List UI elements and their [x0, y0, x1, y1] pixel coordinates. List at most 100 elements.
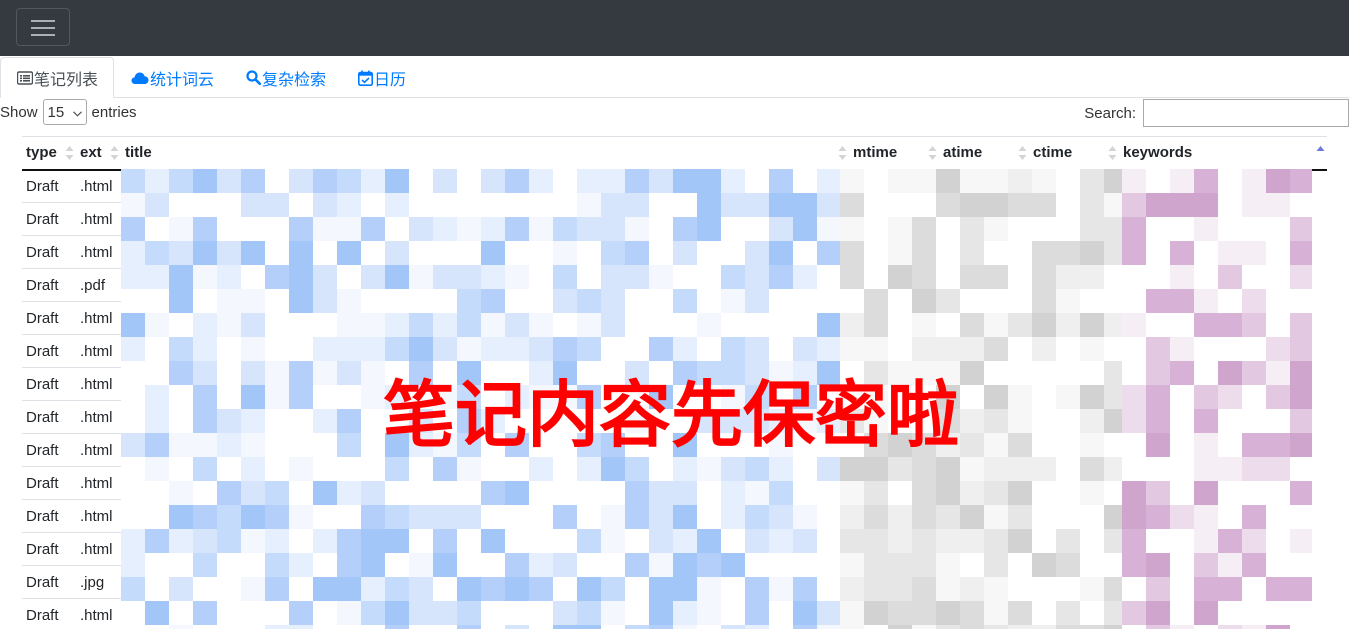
mosaic-tile: [1056, 217, 1080, 241]
mosaic-tile: [1290, 433, 1312, 457]
mosaic-tile: [193, 529, 217, 553]
mosaic-tile: [193, 601, 217, 625]
column-header-ext[interactable]: ext: [76, 136, 121, 171]
mosaic-tile: [265, 313, 289, 337]
mosaic-tile: [1170, 457, 1194, 481]
mosaic-tile: [1122, 433, 1146, 457]
mosaic-tile: [1194, 553, 1218, 577]
mosaic-tile: [1146, 457, 1170, 481]
mosaic-tile: [601, 265, 625, 289]
mosaic-tile: [1104, 169, 1122, 193]
mosaic-tile: [289, 169, 313, 193]
mosaic-tile: [145, 553, 169, 577]
mosaic-tile: [1008, 577, 1032, 601]
mosaic-tile: [649, 361, 673, 385]
mosaic-tile: [864, 481, 888, 505]
mosaic-tile: [721, 457, 745, 481]
mosaic-tile: [409, 529, 433, 553]
mosaic-tile: [337, 337, 361, 361]
mosaic-tile: [864, 361, 888, 385]
mosaic-tile: [864, 289, 888, 313]
mosaic-tile: [433, 529, 457, 553]
mosaic-tile: [313, 361, 337, 385]
mosaic-tile: [409, 601, 433, 625]
column-header-keywords[interactable]: keywords: [1119, 136, 1327, 171]
mosaic-tile: [1290, 217, 1312, 241]
mosaic-tile: [361, 289, 385, 313]
mosaic-tile: [265, 433, 289, 457]
tab-note-list[interactable]: 笔记列表: [0, 57, 114, 98]
search-input[interactable]: [1143, 99, 1349, 127]
mosaic-tile: [481, 481, 505, 505]
mosaic-tile: [840, 601, 864, 625]
mosaic-tile: [1056, 313, 1080, 337]
mosaic-tile: [793, 361, 817, 385]
mosaic-tile: [1080, 553, 1104, 577]
mosaic-tile: [721, 217, 745, 241]
mosaic-tile: [1122, 313, 1146, 337]
mosaic-tile: [864, 265, 888, 289]
mosaic-tile: [385, 337, 409, 361]
mosaic-tile: [1104, 601, 1122, 625]
mosaic-tile: [793, 457, 817, 481]
tab-calendar[interactable]: 日历: [342, 57, 422, 98]
column-header-mtime[interactable]: mtime: [849, 136, 939, 171]
entries-length-control: Show 15 entries: [0, 98, 137, 126]
mosaic-tile: [912, 361, 936, 385]
entries-per-page-select[interactable]: 15: [42, 99, 87, 125]
mosaic-tile: [769, 457, 793, 481]
mosaic-tile: [481, 169, 505, 193]
mosaic-tile: [409, 361, 433, 385]
mosaic-tile: [385, 217, 409, 241]
mosaic-tile: [960, 337, 984, 361]
mosaic-tile: [769, 265, 793, 289]
mosaic-tile: [121, 385, 145, 409]
mosaic-tile: [984, 505, 1008, 529]
mosaic-tile: [936, 217, 960, 241]
mosaic-tile: [145, 169, 169, 193]
mosaic-tile: [361, 265, 385, 289]
mosaic-tile: [121, 601, 145, 625]
mosaic-tile: [601, 553, 625, 577]
mosaic-tile: [1290, 169, 1312, 193]
mosaic-tile: [1170, 313, 1194, 337]
mosaic-tile: [601, 529, 625, 553]
mosaic-tile: [936, 529, 960, 553]
mosaic-tile: [769, 601, 793, 625]
mosaic-tile: [745, 169, 769, 193]
mosaic-tile: [1218, 601, 1242, 625]
mosaic-tile: [1266, 169, 1290, 193]
mosaic-tile: [840, 193, 864, 217]
mosaic-tile: [1194, 529, 1218, 553]
mosaic-tile: [888, 289, 912, 313]
sort-both-icon: [65, 146, 74, 160]
mosaic-tile: [769, 553, 793, 577]
mosaic-tile: [337, 529, 361, 553]
mosaic-tile: [433, 457, 457, 481]
column-header-type[interactable]: type: [22, 136, 76, 171]
mosaic-tile: [697, 529, 721, 553]
mosaic-tile: [409, 577, 433, 601]
column-header-title[interactable]: title: [121, 136, 849, 171]
column-header-atime[interactable]: atime: [939, 136, 1029, 171]
mosaic-tile: [481, 457, 505, 481]
mosaic-tile: [984, 457, 1008, 481]
mosaic-tile: [673, 193, 697, 217]
tab-word-cloud[interactable]: 统计词云: [115, 57, 230, 98]
mosaic-tile: [1008, 457, 1032, 481]
mosaic-tile: [337, 433, 361, 457]
mosaic-tile: [1122, 505, 1146, 529]
mosaic-tile: [1170, 193, 1194, 217]
mosaic-tile: [265, 385, 289, 409]
column-header-ctime[interactable]: ctime: [1029, 136, 1119, 171]
mosaic-tile: [433, 553, 457, 577]
tab-advanced-search[interactable]: 复杂检索: [230, 57, 342, 98]
mosaic-tile: [385, 193, 409, 217]
hamburger-menu-icon[interactable]: [16, 8, 70, 46]
mosaic-tile: [864, 625, 888, 629]
mosaic-tile: [409, 169, 433, 193]
mosaic-tile: [697, 577, 721, 601]
mosaic-tile: [1266, 625, 1290, 629]
mosaic-tile: [1056, 169, 1080, 193]
mosaic-tile: [673, 361, 697, 385]
